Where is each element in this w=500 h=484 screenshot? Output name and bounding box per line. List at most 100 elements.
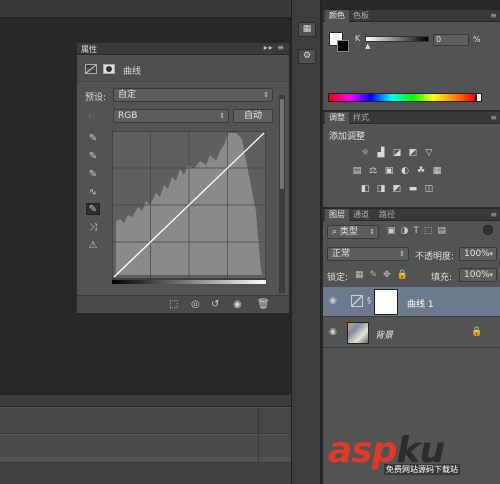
panel-menu-icon[interactable]: ≡: [490, 10, 497, 22]
edit-points-icon[interactable]: ∿: [86, 187, 100, 199]
panel-menu-icon[interactable]: ≡: [490, 112, 497, 124]
threshold-icon[interactable]: ◩: [391, 184, 403, 194]
channel-mixer-icon[interactable]: ☘: [415, 166, 427, 176]
filter-toggle-icon[interactable]: [483, 225, 493, 235]
properties-panel: 属性 ▸▸ ≡ 曲线 预设: 自定 ⇕ ☜ RGB ⇕ 自动 ✎ ✎ ✎ ∿ ✎…: [76, 42, 290, 314]
add-adjustment-label: 添加调整: [329, 132, 366, 142]
scroll-thumb[interactable]: [280, 99, 284, 189]
layer-mask-icon[interactable]: [103, 64, 115, 74]
properties-footer: ⬚ ◎ ↺ ◉ 🗑: [77, 295, 289, 313]
timeline-area: [0, 395, 291, 484]
black-white-icon[interactable]: ▣: [383, 166, 395, 176]
eyedropper-white-icon[interactable]: ✎: [86, 169, 100, 181]
lock-label: 锁定:: [327, 273, 349, 283]
color-spectrum-bar[interactable]: [328, 93, 476, 102]
search-icon: ⌕: [332, 227, 340, 237]
color-balance-icon[interactable]: ⚖: [367, 166, 379, 176]
gradient-map-icon[interactable]: ▬: [407, 184, 419, 194]
hand-target-icon[interactable]: ☜: [86, 112, 95, 123]
tab-paths[interactable]: 路径: [375, 209, 399, 221]
curves-adjustment-icon: [351, 295, 363, 307]
timeline-track: [0, 435, 291, 457]
properties-dock-icon[interactable]: ⚙: [298, 49, 316, 64]
adjustments-panel: 调整 样式 ≡ 添加调整 ☼ ▟ ◪ ◩ ▽ ▤ ⚖ ▣ ◐ ☘ ▦ ◧ ◨ ◩…: [322, 112, 500, 207]
k-slider[interactable]: [365, 36, 429, 42]
curves-graph[interactable]: [112, 131, 266, 287]
layer-name[interactable]: 曲线 1: [407, 297, 434, 310]
properties-header: 曲线: [77, 56, 289, 82]
photo-filter-icon[interactable]: ◐: [399, 166, 411, 176]
layer-filter-select[interactable]: ⌕ 类型 ⇕: [327, 225, 379, 239]
vibrance-icon[interactable]: ▽: [423, 148, 435, 158]
divider: [258, 408, 259, 468]
layer-mask-thumbnail[interactable]: [374, 289, 398, 315]
layer-row[interactable]: ◉ § 曲线 1: [323, 287, 500, 317]
smooth-curve-icon[interactable]: ⤨: [86, 222, 100, 234]
history-icon[interactable]: ▦: [298, 22, 316, 37]
eyedropper-black-icon[interactable]: ✎: [86, 133, 100, 145]
lock-icons[interactable]: ▦✎✥🔒: [355, 270, 414, 280]
panel-dock: ▦ ⚙: [291, 0, 321, 484]
visibility-eye-icon[interactable]: ◉: [329, 296, 337, 306]
timeline-track: [0, 408, 291, 434]
layer-name[interactable]: 背景: [375, 328, 393, 341]
timeline-header: [0, 395, 291, 407]
tab-swatches[interactable]: 色板: [349, 10, 373, 22]
fill-label: 填充:: [431, 273, 453, 283]
posterize-icon[interactable]: ◨: [375, 184, 387, 194]
background-color-swatch[interactable]: [337, 40, 349, 52]
fill-value: 100%: [464, 270, 490, 280]
opacity-label: 不透明度:: [415, 252, 455, 262]
chevron-updown-icon: ⇕: [399, 250, 405, 258]
tab-color[interactable]: 颜色: [325, 10, 349, 22]
tab-adjustments[interactable]: 调整: [325, 112, 349, 124]
histogram-warning-icon[interactable]: ⚠: [86, 240, 100, 252]
visibility-eye-icon[interactable]: ◉: [233, 299, 242, 310]
visibility-eye-icon[interactable]: ◉: [329, 327, 337, 337]
properties-header-label: 曲线: [123, 67, 142, 77]
white-swatch[interactable]: [476, 93, 482, 102]
opacity-input[interactable]: 100% ▾: [459, 247, 497, 261]
color-tabbar: 颜色 色板 ≡: [323, 10, 500, 22]
opacity-value: 100%: [464, 249, 490, 259]
chevron-updown-icon: ⇕: [263, 91, 269, 99]
slider-handle-icon[interactable]: ▲: [365, 42, 370, 50]
layer-thumbnail[interactable]: [347, 322, 369, 344]
preset-value: 自定: [118, 90, 137, 100]
reset-icon[interactable]: ↺: [211, 299, 219, 310]
invert-icon[interactable]: ◧: [359, 184, 371, 194]
blend-mode-select[interactable]: 正常 ⇕: [327, 247, 409, 261]
filter-icons[interactable]: ▣◑T⬚▤: [387, 226, 451, 236]
curves-icon[interactable]: ◪: [391, 148, 403, 158]
layers-tabbar: 图层 通道 路径 ≡: [323, 209, 500, 221]
watermark-caption: 免费网站源码下载站: [384, 464, 460, 475]
tab-styles[interactable]: 样式: [349, 112, 373, 124]
color-lookup-icon[interactable]: ▦: [431, 166, 443, 176]
trash-icon[interactable]: 🗑: [257, 299, 270, 310]
blend-mode-value: 正常: [332, 249, 351, 259]
levels-icon[interactable]: ▟: [375, 148, 387, 158]
properties-titlebar[interactable]: 属性 ▸▸ ≡: [77, 43, 289, 55]
panel-menu-icon[interactable]: ▸▸ ≡: [264, 43, 285, 52]
exposure-icon[interactable]: ◩: [407, 148, 419, 158]
chain-link-icon[interactable]: §: [367, 296, 371, 305]
tab-layers[interactable]: 图层: [325, 209, 349, 221]
brightness-icon[interactable]: ☼: [359, 148, 371, 158]
hue-saturation-icon[interactable]: ▤: [351, 166, 363, 176]
view-previous-icon[interactable]: ◎: [191, 299, 200, 310]
preset-select[interactable]: 自定 ⇕: [113, 88, 273, 102]
eyedropper-gray-icon[interactable]: ✎: [86, 151, 100, 163]
properties-scrollbar[interactable]: [279, 95, 285, 293]
properties-tab[interactable]: 属性: [81, 44, 97, 55]
tab-channels[interactable]: 通道: [349, 209, 373, 221]
auto-button[interactable]: 自动: [233, 109, 273, 123]
clip-to-layer-icon[interactable]: ⬚: [169, 299, 178, 310]
k-value-input[interactable]: 0: [433, 34, 469, 46]
layer-row[interactable]: ◉ 背景 🔒: [323, 318, 500, 348]
panel-menu-icon[interactable]: ≡: [490, 209, 497, 221]
selective-color-icon[interactable]: ◫: [423, 184, 435, 194]
chevron-down-icon: ▾: [489, 250, 493, 258]
fill-input[interactable]: 100% ▾: [459, 268, 497, 282]
channel-select[interactable]: RGB ⇕: [113, 109, 229, 123]
pencil-draw-icon[interactable]: ✎: [86, 203, 100, 215]
